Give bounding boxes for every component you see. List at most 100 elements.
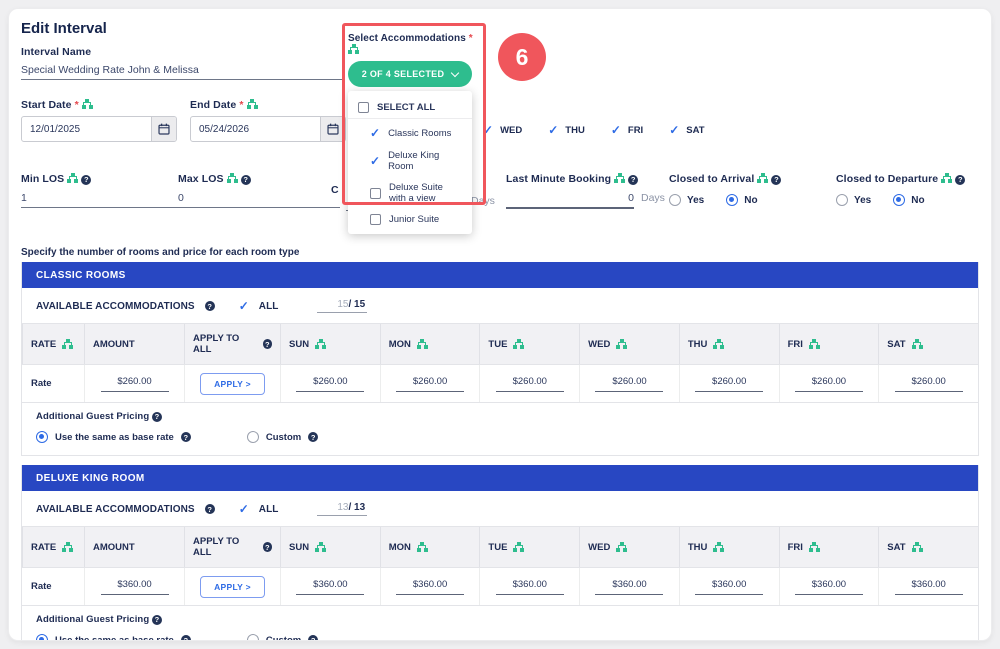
column-icon — [315, 542, 326, 552]
accommodation-tree-icon — [614, 173, 625, 183]
help-icon[interactable] — [181, 635, 191, 641]
day-rate-input[interactable]: $260.00 — [895, 376, 963, 392]
apply-to-all-button[interactable]: APPLY > — [200, 576, 265, 598]
day-checkbox[interactable]: SAT — [669, 123, 704, 137]
apply-to-all-button[interactable]: APPLY > — [200, 373, 265, 395]
available-accommodations-row: AVAILABLE ACCOMMODATIONS ALL 15 / 15 — [22, 288, 978, 323]
day-rate-input[interactable]: $360.00 — [695, 579, 763, 595]
radio-icon — [836, 194, 848, 206]
day-rate-input[interactable]: $360.00 — [496, 579, 564, 595]
interval-name-input[interactable]: Special Wedding Rate John & Melissa — [21, 64, 343, 80]
agp-custom-option[interactable]: Custom — [247, 634, 318, 641]
help-icon[interactable] — [308, 432, 318, 442]
help-icon[interactable] — [205, 301, 215, 311]
column-icon — [62, 542, 73, 552]
column-header: MON — [380, 527, 480, 567]
interval-name-label: Interval Name — [21, 46, 343, 58]
day-rate-input[interactable]: $260.00 — [695, 376, 763, 392]
day-rate-input[interactable]: $260.00 — [296, 376, 364, 392]
day-checkbox[interactable]: THU — [548, 123, 585, 137]
column-icon — [417, 542, 428, 552]
rate-table-header: RATE AMOUNT APPLY TO ALL SUN — [22, 323, 978, 365]
edit-interval-card: Edit Interval Interval Name Special Wedd… — [8, 8, 992, 641]
rate-table-row: Rate $260.00 APPLY > $260.00 $260.00 $260.… — [22, 365, 978, 403]
closed-to-arrival-yes[interactable]: Yes — [669, 194, 704, 206]
available-accommodations-row: AVAILABLE ACCOMMODATIONS ALL 13 / 13 — [22, 491, 978, 526]
day-checkbox[interactable]: FRI — [611, 123, 643, 137]
end-date-input[interactable]: 05/24/2026 — [190, 116, 346, 142]
closed-to-arrival-no[interactable]: No — [726, 194, 757, 206]
accommodation-tree-icon — [67, 173, 78, 183]
amount-input[interactable]: $260.00 — [101, 376, 169, 392]
available-count-input[interactable]: 15 / 15 — [317, 299, 368, 313]
column-header: SUN — [280, 324, 380, 364]
column-icon — [513, 542, 524, 552]
max-los-input[interactable]: 0 — [178, 192, 340, 208]
day-rate-input[interactable]: $260.00 — [496, 376, 564, 392]
help-icon[interactable] — [955, 175, 965, 185]
closed-to-departure-no[interactable]: No — [893, 194, 924, 206]
column-header: SAT — [878, 324, 978, 364]
end-date-label: End Date — [190, 99, 236, 111]
row-label: Rate — [22, 365, 84, 402]
day-rate-input[interactable]: $360.00 — [296, 579, 364, 595]
agp-same-as-base-option[interactable]: Use the same as base rate — [36, 431, 191, 443]
radio-icon — [669, 194, 681, 206]
accommodation-option[interactable]: Classic Rooms — [348, 121, 472, 145]
help-icon[interactable] — [152, 615, 162, 625]
day-checkbox[interactable]: WED — [483, 123, 522, 137]
day-rate-input[interactable]: $360.00 — [595, 579, 663, 595]
column-icon — [417, 339, 428, 349]
help-icon[interactable] — [152, 412, 162, 422]
column-header: APPLY TO ALL — [184, 324, 280, 364]
help-icon[interactable] — [771, 175, 781, 185]
min-los-input[interactable]: 1 — [21, 192, 183, 208]
last-minute-booking-input[interactable]: 0 — [506, 192, 634, 209]
agp-custom-option[interactable]: Custom — [247, 431, 318, 443]
help-icon[interactable] — [308, 635, 318, 641]
day-rate-input[interactable]: $260.00 — [795, 376, 863, 392]
accommodation-tree-icon — [227, 173, 238, 183]
accommodations-dropdown-button[interactable]: 2 OF 4 SELECTED — [348, 61, 472, 87]
all-checkbox[interactable]: ALL — [259, 301, 279, 312]
column-icon — [263, 339, 272, 349]
day-rate-input[interactable]: $360.00 — [795, 579, 863, 595]
cutoff-label-visible: C — [331, 184, 339, 196]
accommodation-option[interactable]: Deluxe Suite with a view — [348, 177, 472, 209]
column-header: APPLY TO ALL — [184, 527, 280, 567]
calendar-icon[interactable] — [151, 117, 176, 141]
calendar-icon[interactable] — [320, 117, 345, 141]
day-rate-input[interactable]: $360.00 — [396, 579, 464, 595]
all-checkbox[interactable]: ALL — [259, 504, 279, 515]
column-icon — [809, 339, 820, 349]
available-count-input[interactable]: 13 / 13 — [317, 502, 368, 516]
day-rate-input[interactable]: $260.00 — [595, 376, 663, 392]
help-icon[interactable] — [241, 175, 251, 185]
min-los-label: Min LOS — [21, 173, 64, 185]
accommodation-option[interactable]: SELECT ALL — [348, 97, 472, 119]
help-icon[interactable] — [181, 432, 191, 442]
radio-icon — [247, 634, 259, 641]
help-icon[interactable] — [628, 175, 638, 185]
day-rate-input[interactable]: $360.00 — [895, 579, 963, 595]
room-section-deluxe-king-room: DELUXE KING ROOM AVAILABLE ACCOMMODATION… — [21, 465, 979, 641]
accommodation-option[interactable]: Junior Suite — [348, 209, 472, 230]
help-icon[interactable] — [205, 504, 215, 514]
agp-same-as-base-option[interactable]: Use the same as base rate — [36, 634, 191, 641]
closed-to-departure-yes[interactable]: Yes — [836, 194, 871, 206]
select-accommodations-field: Select Accommodations * 2 OF 4 SELECTED … — [348, 33, 476, 234]
amount-input[interactable]: $360.00 — [101, 579, 169, 595]
check-icon — [239, 500, 249, 518]
check-icon — [239, 297, 249, 315]
check-icon — [611, 123, 621, 137]
checkbox-icon — [370, 214, 381, 225]
start-date-input[interactable]: 12/01/2025 — [21, 116, 177, 142]
help-icon[interactable] — [81, 175, 91, 185]
day-rate-input[interactable]: $260.00 — [396, 376, 464, 392]
annotation-step-badge: 6 — [498, 33, 546, 81]
accommodation-tree-icon — [757, 173, 768, 183]
accommodation-option[interactable]: Deluxe King Room — [348, 145, 472, 177]
section-header: CLASSIC ROOMS — [22, 262, 978, 288]
interval-name-field: Interval Name Special Wedding Rate John … — [21, 46, 343, 80]
section-header: DELUXE KING ROOM — [22, 465, 978, 491]
